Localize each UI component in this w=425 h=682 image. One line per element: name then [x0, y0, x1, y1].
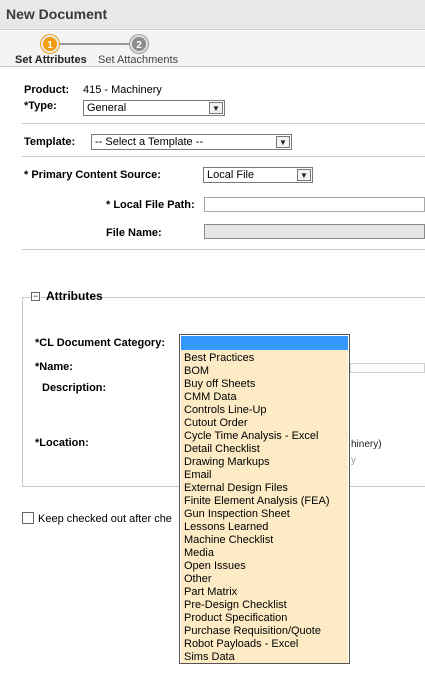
template-label: Template:	[24, 136, 76, 148]
wizard-steps: 1 2 Set Attributes Set Attachments	[0, 31, 425, 67]
primary-content-source-label: * Primary Content Source:	[24, 169, 161, 181]
dropdown-option[interactable]: CMM Data	[184, 391, 237, 403]
attributes-title: Attributes	[46, 289, 103, 303]
chevron-down-icon: ▼	[209, 102, 223, 114]
dropdown-option[interactable]: Email	[184, 469, 212, 481]
dropdown-option[interactable]: Gun Inspection Sheet	[184, 508, 290, 520]
step-set-attachments[interactable]: Set Attachments	[98, 54, 178, 66]
location-value: hinery)	[351, 439, 382, 450]
keep-checked-out-label: Keep checked out after che	[38, 513, 172, 525]
chevron-down-icon: ▼	[276, 136, 290, 148]
dropdown-option[interactable]: Media	[184, 547, 214, 559]
dialog-titlebar: New Document	[0, 0, 425, 30]
dropdown-option[interactable]: Sims Data	[184, 651, 235, 663]
local-file-path-input[interactable]	[204, 197, 425, 212]
type-select[interactable]: General ▼	[83, 100, 225, 116]
file-name-input	[204, 224, 425, 239]
divider-2	[22, 156, 425, 157]
description-label: Description:	[42, 382, 107, 394]
dropdown-option[interactable]: Pre-Design Checklist	[184, 599, 287, 611]
name-label: *Name:	[35, 361, 73, 373]
dropdown-option[interactable]: Part Matrix	[184, 586, 237, 598]
dropdown-option[interactable]: Controls Line-Up	[184, 404, 267, 416]
dropdown-option[interactable]: Finite Element Analysis (FEA)	[184, 495, 330, 507]
chevron-down-icon: ▼	[297, 169, 311, 181]
cl-document-category-label: *CL Document Category:	[35, 337, 165, 349]
dropdown-option[interactable]: Machine Checklist	[184, 534, 273, 546]
type-label: *Type:	[24, 100, 57, 112]
local-file-path-label: * Local File Path:	[106, 199, 195, 211]
step-set-attributes[interactable]: Set Attributes	[15, 54, 87, 66]
dropdown-option[interactable]: Best Practices	[184, 352, 254, 364]
wizard-connector	[58, 43, 130, 45]
dropdown-option[interactable]: Detail Checklist	[184, 443, 260, 455]
dialog-title: New Document	[6, 6, 108, 22]
dropdown-option[interactable]: Product Specification	[184, 612, 287, 624]
dropdown-option[interactable]: Other	[184, 573, 212, 585]
dropdown-option[interactable]: Drawing Markups	[184, 456, 270, 468]
attributes-legend: − Attributes	[31, 289, 103, 305]
name-input[interactable]	[350, 363, 425, 373]
step-1-indicator[interactable]: 1	[41, 35, 59, 53]
template-select-value: -- Select a Template --	[95, 136, 204, 148]
divider-3	[22, 249, 425, 250]
dropdown-option[interactable]: Cutout Order	[184, 417, 248, 429]
primary-content-source-value: Local File	[207, 169, 255, 181]
keep-checked-out-checkbox[interactable]	[22, 512, 34, 524]
location-label: *Location:	[35, 437, 89, 449]
file-name-label: File Name:	[106, 227, 162, 239]
dropdown-option[interactable]: Purchase Requisition/Quote	[184, 625, 321, 637]
dropdown-option[interactable]: Cycle Time Analysis - Excel	[184, 430, 318, 442]
dropdown-option[interactable]: External Design Files	[184, 482, 288, 494]
step-2-indicator[interactable]: 2	[130, 35, 148, 53]
dropdown-options-list: Best Practices BOM Buy off Sheets CMM Data C…	[181, 350, 348, 663]
collapse-icon[interactable]: −	[31, 292, 40, 301]
dropdown-option[interactable]: Buy off Sheets	[184, 378, 255, 390]
template-select[interactable]: -- Select a Template -- ▼	[91, 134, 292, 150]
type-select-value: General	[87, 102, 127, 114]
dropdown-option[interactable]: Lessons Learned	[184, 521, 268, 533]
divider-1	[22, 123, 425, 124]
product-value: 415 - Machinery	[83, 84, 162, 96]
dropdown-option[interactable]: Open Issues	[184, 560, 246, 572]
cl-document-category-dropdown[interactable]: Best Practices BOM Buy off Sheets CMM Data C…	[179, 334, 350, 664]
dropdown-selected-option[interactable]	[181, 336, 348, 350]
dropdown-option[interactable]: BOM	[184, 365, 209, 377]
location-hint: y	[351, 455, 356, 466]
product-label: Product:	[24, 84, 70, 96]
dropdown-option[interactable]: Robot Payloads - Excel	[184, 638, 298, 650]
primary-content-source-select[interactable]: Local File ▼	[203, 167, 313, 183]
